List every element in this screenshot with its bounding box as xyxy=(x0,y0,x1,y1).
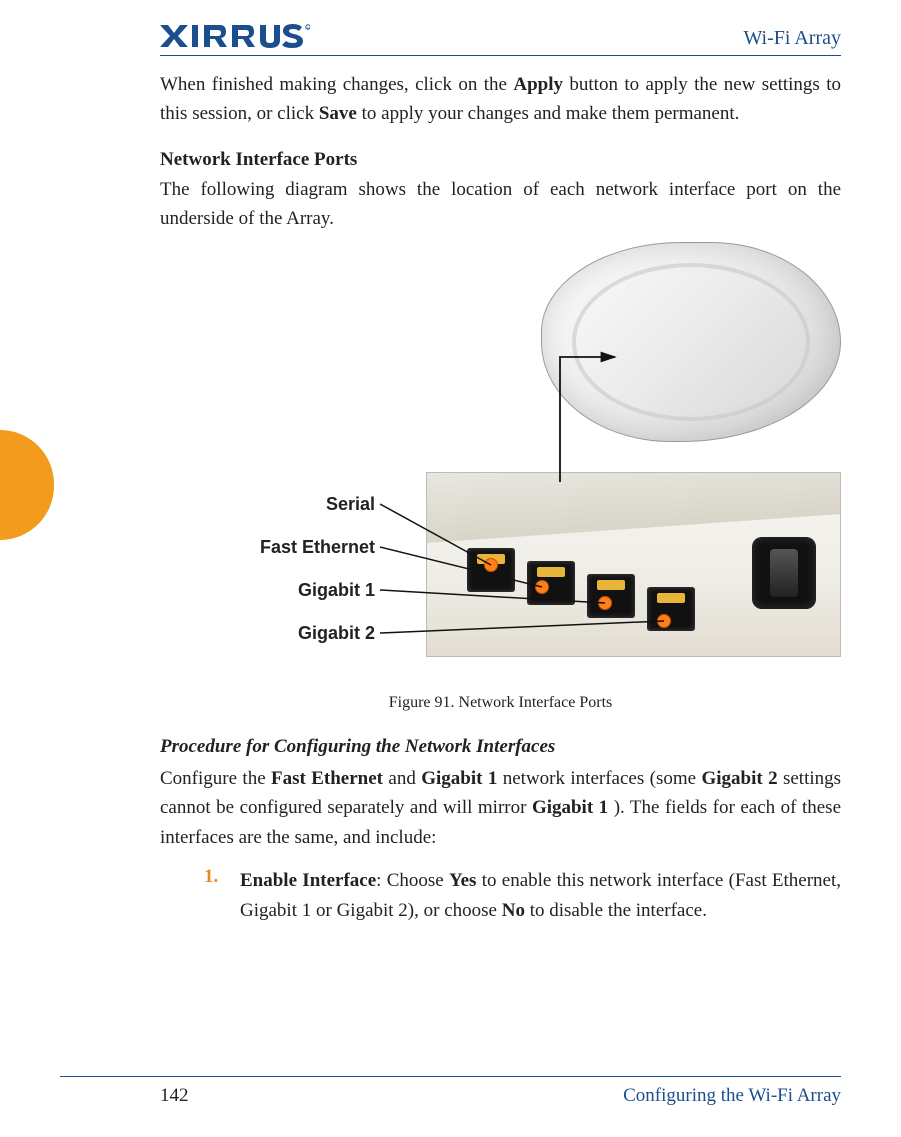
text-bold: Fast Ethernet xyxy=(271,768,383,789)
port-gigabit-1 xyxy=(587,574,635,618)
callout-dot-fast-ethernet xyxy=(535,580,549,594)
xirrus-logo-icon: R xyxy=(160,23,310,49)
callout-dot-gigabit-1 xyxy=(598,596,612,610)
procedure-paragraph: Configure the Fast Ethernet and Gigabit … xyxy=(160,764,841,852)
apply-label: Apply xyxy=(513,74,563,95)
header-bar: R Wi-Fi Array xyxy=(160,22,841,56)
callout-dot-serial xyxy=(484,558,498,572)
section-heading-ports: Network Interface Ports xyxy=(160,149,841,171)
label-gigabit-2: Gigabit 2 xyxy=(160,623,375,644)
power-switch xyxy=(752,537,816,609)
text-bold: No xyxy=(502,900,525,921)
text-bold: Yes xyxy=(449,870,476,891)
list-text: Enable Interface: Choose Yes to enable t… xyxy=(240,866,841,925)
header-title: Wi-Fi Array xyxy=(743,27,841,50)
text: to apply your changes and make them perm… xyxy=(362,103,740,124)
list-item: 1. Enable Interface: Choose Yes to enabl… xyxy=(204,866,841,925)
figure-caption: Figure 91. Network Interface Ports xyxy=(160,694,841,712)
brand-logo: R xyxy=(160,23,310,54)
content: When finished making changes, click on t… xyxy=(160,70,841,925)
text: Configure the xyxy=(160,768,271,789)
label-serial: Serial xyxy=(160,494,375,515)
text: network interfaces (some xyxy=(503,768,702,789)
page: R Wi-Fi Array When finished making chang… xyxy=(0,0,901,1137)
ports-paragraph: The following diagram shows the location… xyxy=(160,175,841,234)
list-number: 1. xyxy=(204,866,224,925)
text-bold: Enable Interface xyxy=(240,870,376,891)
figure-ports: Serial Fast Ethernet Gigabit 1 Gigabit 2 xyxy=(160,242,841,692)
port-fast-ethernet xyxy=(527,561,575,605)
save-label: Save xyxy=(319,103,357,124)
section-heading-procedure: Procedure for Configuring the Network In… xyxy=(160,736,841,758)
device-top-illustration xyxy=(541,242,841,442)
text: : Choose xyxy=(376,870,449,891)
footer: 142 Configuring the Wi-Fi Array xyxy=(60,1076,841,1107)
section-tab xyxy=(0,430,54,540)
section-title: Configuring the Wi-Fi Array xyxy=(623,1085,841,1107)
text-bold: Gigabit 1 xyxy=(532,797,608,818)
label-gigabit-1: Gigabit 1 xyxy=(160,580,375,601)
callout-dot-gigabit-2 xyxy=(657,614,671,628)
text: and xyxy=(388,768,421,789)
text-bold: Gigabit 1 xyxy=(421,768,497,789)
text-bold: Gigabit 2 xyxy=(701,768,777,789)
page-number: 142 xyxy=(160,1085,189,1107)
port-gigabit-2 xyxy=(647,587,695,631)
text: When finished making changes, click on t… xyxy=(160,74,513,95)
intro-paragraph: When finished making changes, click on t… xyxy=(160,70,841,129)
label-fast-ethernet: Fast Ethernet xyxy=(160,537,375,558)
svg-text:R: R xyxy=(307,26,309,30)
numbered-list: 1. Enable Interface: Choose Yes to enabl… xyxy=(204,866,841,925)
text: to disable the interface. xyxy=(525,900,707,921)
